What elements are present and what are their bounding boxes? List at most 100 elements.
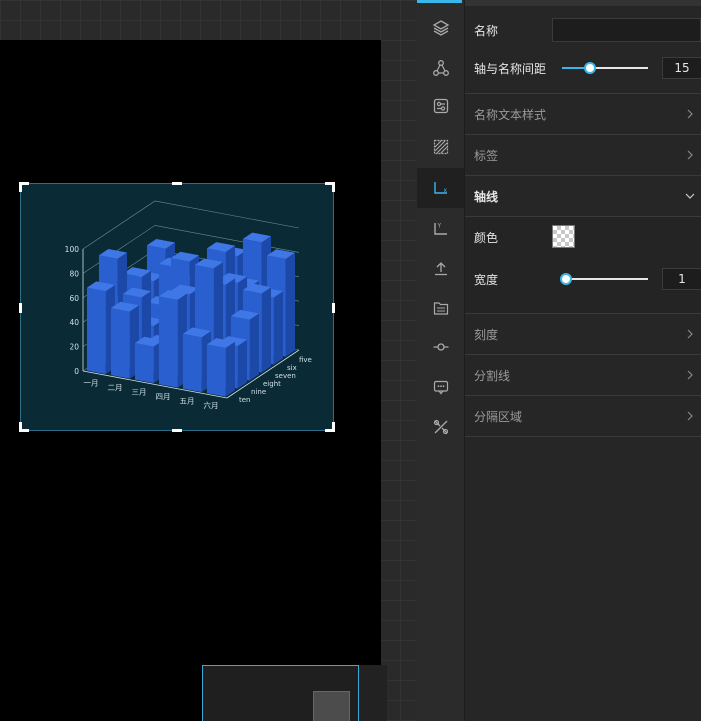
property-panel: 名称 轴与名称间距 15 名称文本样式 标签 轴线 颜色 宽度 1 刻度 分割线… xyxy=(465,0,701,721)
color-row: 颜色 xyxy=(465,225,701,249)
resize-handle-bottom[interactable] xyxy=(172,429,182,432)
x-tick-label: 三月 xyxy=(132,387,147,396)
y-tick-label: six xyxy=(287,364,297,372)
color-picker-swatch[interactable] xyxy=(552,225,575,248)
axis-line-section[interactable]: 轴线 xyxy=(465,176,701,216)
name-row: 名称 xyxy=(465,18,701,42)
x-tick-label: 四月 xyxy=(156,392,171,401)
y-tick-label: seven xyxy=(275,372,296,380)
axis-line-label: 轴线 xyxy=(474,189,499,204)
split-area-section[interactable]: 分隔区域 xyxy=(465,396,701,436)
name-style-section[interactable]: 名称文本样式 xyxy=(465,94,701,134)
gap-label: 轴与名称间距 xyxy=(474,61,547,76)
width-slider-thumb[interactable] xyxy=(560,273,572,285)
chevron-right-icon xyxy=(687,370,693,380)
chevron-right-icon xyxy=(687,150,693,160)
y-tick-label: ten xyxy=(239,396,251,404)
bar3d-chart: 0 20 40 60 80 100 一月 二月 三月 四月 五月 六月 tennineeightseve… xyxy=(65,200,312,410)
tag-section[interactable]: 标签 xyxy=(465,135,701,175)
minimap[interactable] xyxy=(202,665,359,721)
svg-text:x: x xyxy=(443,187,447,194)
rail-item-y-axis[interactable]: Y xyxy=(417,209,464,249)
rail-item-hatch[interactable] xyxy=(417,127,464,167)
rail-item-tooltip[interactable] xyxy=(417,367,464,407)
rail-item-settings[interactable] xyxy=(417,86,464,126)
y-tick-label: five xyxy=(299,356,312,364)
grid-hatch-icon xyxy=(433,139,448,155)
x-tick-label: 一月 xyxy=(84,378,99,387)
x-tick-label: 五月 xyxy=(180,396,195,405)
bar-side xyxy=(261,287,272,373)
timeline-icon xyxy=(433,343,448,351)
bar xyxy=(182,333,202,393)
gap-slider-thumb[interactable] xyxy=(584,62,597,74)
tag-label: 标签 xyxy=(474,148,499,163)
width-label: 宽度 xyxy=(474,272,499,287)
rail-item-x-axis[interactable]: x xyxy=(417,168,464,208)
split-area-label: 分隔区域 xyxy=(474,409,523,424)
rail-item-tools[interactable] xyxy=(417,407,464,447)
resize-handle-right[interactable] xyxy=(332,303,335,313)
width-number-input[interactable]: 1 xyxy=(662,268,701,290)
chevron-down-icon xyxy=(685,193,695,199)
split-line-label: 分割线 xyxy=(474,368,511,383)
panel-top-strip xyxy=(465,0,701,6)
width-row: 宽度 1 xyxy=(465,267,701,291)
bar-side xyxy=(285,252,296,357)
name-input[interactable] xyxy=(552,18,701,42)
y-tick-label: nine xyxy=(251,388,266,396)
resize-handle-bottom-right[interactable] xyxy=(325,422,335,432)
bar xyxy=(110,308,130,379)
minimap-viewport[interactable] xyxy=(313,691,350,721)
divider xyxy=(465,436,701,437)
z-tick-label: 40 xyxy=(69,318,79,327)
z-tick-label: 100 xyxy=(65,245,80,254)
bar xyxy=(206,344,226,397)
rail-active-indicator xyxy=(417,0,462,3)
layers-icon xyxy=(432,20,449,36)
rail-item-upload[interactable] xyxy=(417,248,464,288)
list-icon xyxy=(433,302,448,315)
tick-label: 刻度 xyxy=(474,327,499,342)
svg-text:Y: Y xyxy=(436,223,441,230)
bar-side xyxy=(249,313,260,381)
tools-icon xyxy=(433,419,448,435)
color-label: 颜色 xyxy=(474,230,499,245)
resize-handle-top-left[interactable] xyxy=(19,182,29,192)
resize-handle-top-right[interactable] xyxy=(325,182,335,192)
rail-item-list[interactable] xyxy=(417,288,464,328)
settings-icon xyxy=(433,98,448,114)
y-axis-icon: Y xyxy=(433,223,447,235)
y-tick-label: eight xyxy=(263,380,281,388)
bar xyxy=(158,296,178,388)
bar xyxy=(134,343,154,384)
bar-side xyxy=(225,341,236,397)
bar-side xyxy=(237,339,248,389)
tooltip-icon xyxy=(433,380,448,395)
x-axis-icon: x xyxy=(433,182,447,194)
rail-item-nodes[interactable] xyxy=(417,48,464,88)
gap-row: 轴与名称间距 15 xyxy=(465,56,701,80)
z-tick-label: 0 xyxy=(74,367,79,376)
x-tick-label: 六月 xyxy=(204,400,219,410)
upload-icon xyxy=(434,262,447,276)
rail-item-layers[interactable] xyxy=(417,8,464,48)
z-tick-label: 80 xyxy=(69,269,79,278)
name-label: 名称 xyxy=(474,23,499,38)
resize-handle-left[interactable] xyxy=(19,303,22,313)
tick-section[interactable]: 刻度 xyxy=(465,314,701,354)
split-line-section[interactable]: 分割线 xyxy=(465,355,701,395)
chart-widget[interactable]: 0 20 40 60 80 100 一月 二月 三月 四月 五月 六月 ten nine eight seve… xyxy=(19,182,335,432)
bar-side xyxy=(273,291,284,365)
rail-item-timeline[interactable] xyxy=(417,327,464,367)
bar xyxy=(86,287,106,375)
z-tick-label: 20 xyxy=(69,343,79,352)
icon-rail: x Y xyxy=(417,0,465,721)
gap-number-input[interactable]: 15 xyxy=(662,57,701,79)
resize-handle-bottom-left[interactable] xyxy=(19,422,29,432)
chevron-right-icon xyxy=(687,109,693,119)
resize-handle-top[interactable] xyxy=(172,182,182,185)
nodes-icon xyxy=(432,60,449,76)
width-slider-track[interactable] xyxy=(566,278,648,280)
z-tick-label: 60 xyxy=(69,294,79,303)
